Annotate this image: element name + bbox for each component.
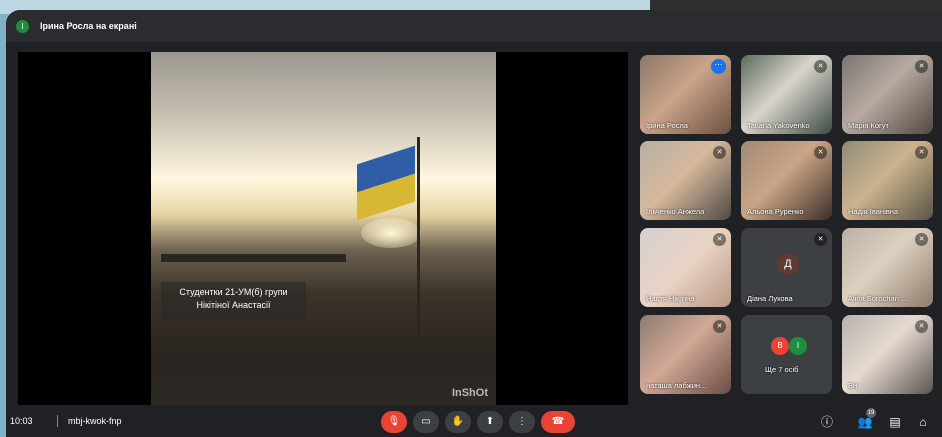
presented-video: Студентки 21-УМ(б) групи Нікітіної Анаст… [151,52,496,405]
mic-off-icon: ✕ [915,233,928,246]
ukraine-flag [357,145,415,221]
participant-tile[interactable]: ✕ Aliña Sorochan ... [842,228,933,307]
participant-tile[interactable]: ✕ Ільченко Анжела [640,141,731,220]
participant-name: Надія Іванівна [848,207,899,216]
bridge [161,254,346,262]
more-options-button[interactable]: ⋮ [509,411,535,433]
mic-off-icon: ✕ [915,60,928,73]
presenter-avatar: І [16,20,29,33]
mic-off-icon: ✕ [814,146,827,159]
self-tile[interactable]: ✕ Ви [842,315,933,394]
participant-tile[interactable]: ✕ Tatiana Yakovenko [741,55,832,134]
presenter-bar: І Ірина Росла на екрані [6,10,942,42]
participant-avatar: Д [777,253,799,275]
more-options-icon[interactable]: ⋯ [711,59,726,74]
bottom-toolbar: 10:03 mbj-kwok-fnp 🎙 ▭ ✋ ⬆ ⋮ ☎ ⓘ 👥 19 ▤ [6,408,942,437]
more-participants-label: Ще 7 осіб [765,365,799,374]
participant-chip: В [771,337,789,355]
hand-icon: ✋ [451,416,465,427]
meet-window: І Ірина Росла на екрані Студентки 21-УМ(… [6,10,942,437]
presenter-label: Ірина Росла на екрані [40,21,137,31]
mic-off-icon: ✕ [915,146,928,159]
mic-off-icon: 🎙 [387,416,401,427]
participant-name: Діана Лукова [747,294,793,303]
video-caption: Студентки 21-УМ(б) групи Нікітіної Анаст… [161,282,306,322]
participant-tile[interactable]: ✕ Настя Нікітіна [640,228,731,307]
participant-name: Ільченко Анжела [646,207,705,216]
participant-tile[interactable]: ⋯ Ірина Росла [640,55,731,134]
caption-line-1: Студентки 21-УМ(б) групи [179,287,288,297]
participant-tile[interactable]: ✕ наташа лабжин... [640,315,731,394]
camera-icon: ▭ [421,416,431,427]
mic-off-icon: ✕ [713,146,726,159]
flag-pole [417,137,420,377]
activities-icon: ⌂ [919,415,927,429]
caption-line-2: Нікітіної Анастасії [196,300,271,310]
mic-toggle-button[interactable]: 🎙 [381,411,407,433]
participant-name: Марія Когут [848,121,889,130]
participant-tile[interactable]: ✕ Альона Руренко [741,141,832,220]
participant-name: Альона Руренко [747,207,804,216]
participant-name: Ви [848,381,858,390]
meeting-code: mbj-kwok-fnp [68,416,122,426]
mic-off-icon: ✕ [814,60,827,73]
mic-off-icon: ✕ [713,233,726,246]
chat-icon: ▤ [889,415,901,429]
mic-off-icon: ✕ [814,233,827,246]
info-icon: ⓘ [820,415,833,429]
participant-tile[interactable]: ✕ Д Діана Лукова [741,228,832,307]
activities-button[interactable]: ⌂ [914,413,932,431]
participant-count-badge: 19 [866,408,876,418]
participant-name: Tatiana Yakovenko [747,121,810,130]
info-button[interactable]: ⓘ [818,413,836,431]
mic-off-icon: ✕ [713,320,726,333]
participant-chip: І [789,337,807,355]
participant-name: Ірина Росла [646,121,688,130]
participant-name: Настя Нікітіна [646,294,695,303]
participant-tile[interactable]: ✕ Марія Когут [842,55,933,134]
raise-hand-button[interactable]: ✋ [445,411,471,433]
inshot-watermark: InShOt [451,387,488,399]
end-call-icon: ☎ [551,416,565,427]
clock: 10:03 [10,416,33,426]
participant-name: Aliña Sorochan ... [848,294,908,303]
more-participants-tile[interactable]: В І Ще 7 осіб [741,315,832,394]
end-call-button[interactable]: ☎ [541,411,575,433]
more-vert-icon: ⋮ [517,416,527,427]
present-button[interactable]: ⬆ [477,411,503,433]
camera-toggle-button[interactable]: ▭ [413,411,439,433]
participant-name: наташа лабжин... [646,381,707,390]
divider [57,415,58,427]
mic-off-icon: ✕ [915,320,928,333]
participant-tile[interactable]: ✕ Надія Іванівна [842,141,933,220]
presentation-stage: Студентки 21-УМ(б) групи Нікітіної Анаст… [18,52,628,405]
chat-button[interactable]: ▤ [886,413,904,431]
present-icon: ⬆ [485,416,495,427]
sun-glow [361,218,421,248]
